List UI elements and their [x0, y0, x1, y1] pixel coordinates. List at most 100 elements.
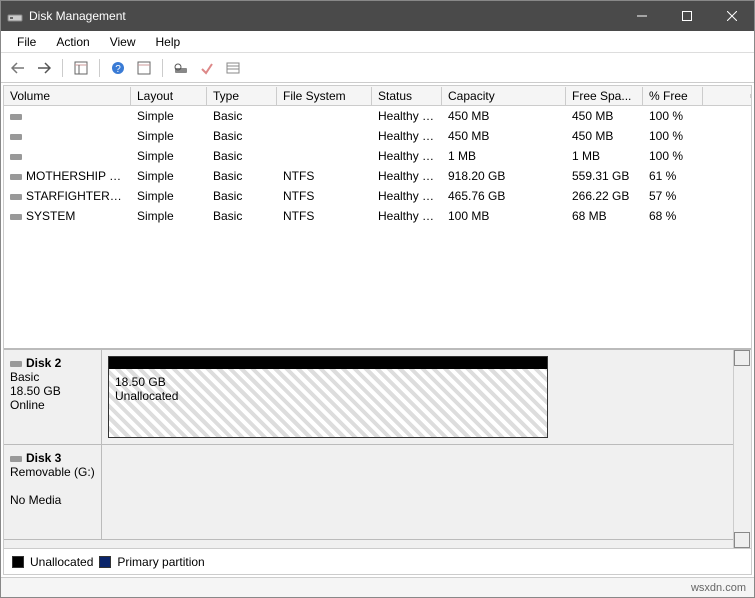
menu-view[interactable]: View: [100, 33, 146, 51]
cell-freespace: 266.22 GB: [566, 187, 643, 205]
cell-layout: Simple: [131, 147, 207, 165]
properties-button[interactable]: [196, 57, 218, 79]
cell-volume: [4, 107, 131, 125]
partition-state: Unallocated: [115, 389, 541, 403]
volume-row[interactable]: MOTHERSHIP (C:)SimpleBasicNTFSHealthy (B…: [4, 166, 751, 186]
graphical-view: Disk 2 Basic 18.50 GB Online 18.50 GB Un…: [4, 348, 751, 548]
cell-status: Healthy (P...: [372, 147, 442, 165]
maximize-button[interactable]: [664, 1, 709, 31]
cell-capacity: 450 MB: [442, 107, 566, 125]
app-icon: [7, 8, 23, 24]
column-header-capacity[interactable]: Capacity: [442, 87, 566, 105]
disk-row-disk3[interactable]: Disk 3 Removable (G:) No Media: [4, 445, 733, 540]
cell-layout: Simple: [131, 207, 207, 225]
column-header-volume[interactable]: Volume: [4, 87, 131, 105]
cell-pctfree: 68 %: [643, 207, 703, 225]
show-hide-tree-button[interactable]: [70, 57, 92, 79]
settings-button[interactable]: [170, 57, 192, 79]
cell-filesystem: NTFS: [277, 187, 372, 205]
column-header-freespace[interactable]: Free Spa...: [566, 87, 643, 105]
disk3-label: Disk 3: [26, 451, 61, 465]
cell-volume: SYSTEM: [4, 207, 131, 225]
statusbar: wsxdn.com: [1, 577, 754, 597]
column-header-end[interactable]: [703, 94, 751, 98]
legend-label-primary: Primary partition: [117, 555, 204, 569]
refresh-button[interactable]: [133, 57, 155, 79]
disk3-type: Removable (G:): [10, 465, 95, 479]
menu-file[interactable]: File: [7, 33, 46, 51]
legend-label-unallocated: Unallocated: [30, 555, 93, 569]
volume-row[interactable]: SimpleBasicHealthy (R...450 MB450 MB100 …: [4, 106, 751, 126]
back-button[interactable]: [7, 57, 29, 79]
toolbar-separator: [62, 59, 63, 77]
column-header-status[interactable]: Status: [372, 87, 442, 105]
column-header-type[interactable]: Type: [207, 87, 277, 105]
disk2-info: Disk 2 Basic 18.50 GB Online: [4, 350, 102, 444]
disk2-unallocated-partition[interactable]: 18.50 GB Unallocated: [108, 356, 548, 438]
scrollbar-up-button[interactable]: [734, 350, 750, 366]
cell-type: Basic: [207, 107, 277, 125]
cell-freespace: 1 MB: [566, 147, 643, 165]
column-header-filesystem[interactable]: File System: [277, 87, 372, 105]
volume-list[interactable]: SimpleBasicHealthy (R...450 MB450 MB100 …: [4, 106, 751, 348]
cell-pctfree: 100 %: [643, 147, 703, 165]
disk2-size: 18.50 GB: [10, 384, 61, 398]
volume-row[interactable]: STARFIGHTER (A:)SimpleBasicNTFSHealthy (…: [4, 186, 751, 206]
forward-button[interactable]: [33, 57, 55, 79]
minimize-button[interactable]: [619, 1, 664, 31]
cell-pctfree: 61 %: [643, 167, 703, 185]
menu-action[interactable]: Action: [46, 33, 99, 51]
cell-type: Basic: [207, 167, 277, 185]
disk-row-disk2[interactable]: Disk 2 Basic 18.50 GB Online 18.50 GB Un…: [4, 350, 733, 445]
cell-type: Basic: [207, 147, 277, 165]
menu-help[interactable]: Help: [146, 33, 191, 51]
volume-icon: [10, 114, 22, 120]
cell-volume: STARFIGHTER (A:): [4, 187, 131, 205]
scrollbar-down-button[interactable]: [734, 532, 750, 548]
close-button[interactable]: [709, 1, 754, 31]
cell-type: Basic: [207, 207, 277, 225]
volume-row[interactable]: SYSTEMSimpleBasicNTFSHealthy (S...100 MB…: [4, 206, 751, 226]
list-button[interactable]: [222, 57, 244, 79]
titlebar: Disk Management: [1, 1, 754, 31]
graphical-view-main: Disk 2 Basic 18.50 GB Online 18.50 GB Un…: [4, 350, 733, 548]
cell-capacity: 100 MB: [442, 207, 566, 225]
cell-layout: Simple: [131, 107, 207, 125]
cell-layout: Simple: [131, 187, 207, 205]
footer-text: wsxdn.com: [691, 582, 746, 594]
help-button[interactable]: ?: [107, 57, 129, 79]
volume-row[interactable]: SimpleBasicHealthy (R...450 MB450 MB100 …: [4, 126, 751, 146]
cell-status: Healthy (R...: [372, 107, 442, 125]
cell-freespace: 450 MB: [566, 107, 643, 125]
toolbar: ?: [1, 53, 754, 83]
volume-header-row: Volume Layout Type File System Status Ca…: [4, 86, 751, 106]
cell-freespace: 68 MB: [566, 207, 643, 225]
volume-icon: [10, 194, 22, 200]
column-header-pctfree[interactable]: % Free: [643, 87, 703, 105]
volume-row[interactable]: SimpleBasicHealthy (P...1 MB1 MB100 %: [4, 146, 751, 166]
cell-status: Healthy (S...: [372, 207, 442, 225]
column-header-layout[interactable]: Layout: [131, 87, 207, 105]
volume-icon: [10, 134, 22, 140]
disk2-status: Online: [10, 398, 45, 412]
cell-pctfree: 57 %: [643, 187, 703, 205]
disk-icon: [10, 361, 22, 367]
toolbar-separator: [162, 59, 163, 77]
cell-capacity: 450 MB: [442, 127, 566, 145]
window-controls: [619, 1, 754, 31]
toolbar-separator: [99, 59, 100, 77]
cell-pctfree: 100 %: [643, 107, 703, 125]
cell-capacity: 1 MB: [442, 147, 566, 165]
cell-filesystem: NTFS: [277, 167, 372, 185]
legend-swatch-primary: [99, 556, 111, 568]
cell-layout: Simple: [131, 127, 207, 145]
vertical-scrollbar[interactable]: [733, 350, 751, 548]
disk2-partitions: 18.50 GB Unallocated: [102, 350, 554, 444]
volume-icon: [10, 154, 22, 160]
disk2-type: Basic: [10, 370, 39, 384]
menubar: File Action View Help: [1, 31, 754, 53]
cell-filesystem: NTFS: [277, 207, 372, 225]
cell-pctfree: 100 %: [643, 127, 703, 145]
cell-type: Basic: [207, 127, 277, 145]
cell-filesystem: [277, 114, 372, 118]
